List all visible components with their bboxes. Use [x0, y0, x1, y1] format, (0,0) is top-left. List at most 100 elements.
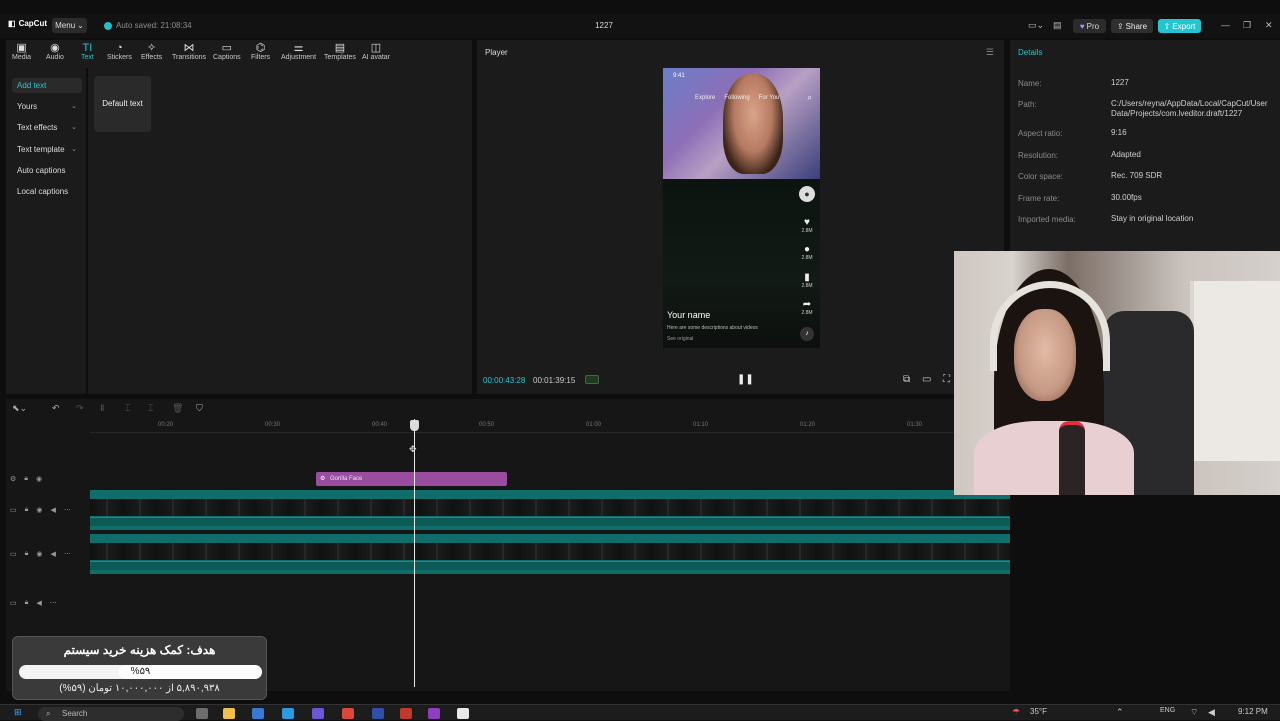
volume-icon[interactable]: ◀ — [1208, 707, 1215, 718]
donation-percent: %۵۹ — [130, 666, 151, 677]
drag-cursor-icon: ✥ — [409, 444, 417, 454]
playhead[interactable] — [414, 419, 415, 687]
sidebar-item-local-captions[interactable]: Local captions — [12, 184, 82, 199]
sidebar-item-add-text[interactable]: Add text — [12, 78, 82, 93]
video-clip-1[interactable] — [90, 490, 1010, 530]
hamburger-menu-icon[interactable]: ☰ — [986, 47, 994, 58]
select-tool-icon[interactable]: ⬉⌄ — [12, 403, 27, 414]
close-icon[interactable]: ✕ — [1265, 20, 1273, 31]
volume-icon[interactable]: ◀ — [50, 550, 55, 558]
lock-icon[interactable]: 🔒︎ — [25, 599, 29, 607]
quality-icon[interactable] — [585, 375, 599, 384]
taskbar-clock[interactable]: 9:12 PM — [1238, 707, 1268, 716]
phone-username: Your name — [667, 310, 711, 320]
video-clip-2[interactable] — [90, 534, 1010, 574]
sidebar-item-auto-captions[interactable]: Auto captions — [12, 163, 82, 178]
tab-captions[interactable]: ▭ Captions — [213, 42, 241, 61]
project-title: 1227 — [595, 21, 613, 30]
lock-icon[interactable]: 🔒︎ — [24, 475, 28, 483]
audio-waveform — [90, 517, 1010, 526]
share-button[interactable]: ⇪ Share — [1111, 19, 1153, 33]
sidebar-item-yours[interactable]: Yours ⌄ — [12, 99, 82, 114]
text-clip[interactable]: Gorilla Face — [316, 472, 507, 486]
menu-button[interactable]: Menu ⌄ — [52, 18, 87, 33]
volume-icon[interactable]: ◀ — [36, 599, 41, 607]
templates-icon: ▤ — [334, 42, 346, 54]
tab-text[interactable]: TI Text — [81, 42, 94, 61]
undo-icon[interactable]: ↶ — [52, 403, 60, 414]
detail-label-aspect: Aspect ratio: — [1018, 129, 1063, 138]
crop-icon[interactable]: ⧉ — [903, 374, 910, 385]
eye-icon[interactable]: ◉ — [36, 550, 42, 558]
tab-audio[interactable]: ◉ Audio — [46, 42, 64, 61]
donation-amount: ۵,۸۹۰,۹۳۸ از ۱۰,۰۰۰,۰۰۰ تومان (۵۹%) — [59, 683, 220, 694]
app-p-icon[interactable] — [428, 708, 440, 719]
task-view-icon[interactable] — [196, 708, 208, 719]
audio-waveform — [90, 561, 1010, 570]
network-icon[interactable]: ⌔ — [1190, 707, 1198, 718]
discord-icon[interactable] — [312, 708, 324, 719]
detail-label-colorspace: Color space: — [1018, 172, 1063, 181]
audio-icon: ◉ — [50, 42, 60, 54]
tab-ai-avatar[interactable]: ◫ AI avatar — [362, 42, 390, 61]
vs-icon[interactable] — [372, 708, 384, 719]
tray-chevron-icon[interactable]: ⌃ — [1116, 707, 1124, 718]
redo-icon[interactable]: ↷ — [76, 403, 84, 414]
pause-button[interactable]: ❚❚ — [737, 374, 754, 385]
export-button[interactable]: ⇧ Export — [1158, 19, 1201, 33]
chevron-down-icon: ⌄ — [71, 103, 77, 110]
tab-stickers[interactable]: ◔ Stickers — [107, 42, 132, 61]
obs-icon[interactable] — [400, 708, 412, 719]
avatar-icon: ● — [799, 186, 815, 202]
store-icon[interactable] — [282, 708, 294, 719]
track-type-icon: ▭ — [10, 507, 17, 514]
more-icon[interactable]: ⋯ — [50, 599, 57, 607]
delete-icon[interactable]: 🗑 — [172, 403, 183, 414]
minimize-icon[interactable]: — — [1221, 20, 1230, 30]
eye-icon[interactable]: ◉ — [36, 475, 42, 483]
file-explorer-icon[interactable] — [223, 708, 235, 719]
chrome-icon[interactable] — [342, 708, 354, 719]
detail-value-resolution: Adapted — [1111, 150, 1141, 159]
windows-start-icon[interactable]: ⊞ — [14, 707, 22, 718]
more-icon[interactable]: ⋯ — [64, 506, 71, 514]
webcam-mic-image — [1059, 421, 1085, 495]
volume-icon[interactable]: ◀ — [50, 506, 55, 514]
ratio-icon[interactable]: ▭ — [922, 374, 931, 385]
taskbar-search[interactable]: ⌕ Search — [38, 707, 184, 721]
sidebar-item-text-template[interactable]: Text template ⌄ — [12, 142, 82, 157]
tab-templates[interactable]: ▤ Templates — [324, 42, 356, 61]
tick-label: 01:10 — [693, 422, 709, 428]
shortcuts-icon[interactable]: ▤ — [1053, 20, 1062, 31]
tick-label: 00:20 — [158, 422, 174, 428]
tab-transitions[interactable]: ⋈ Transitions — [172, 42, 206, 61]
split-right-icon[interactable]: ⌶ — [148, 403, 153, 414]
sidebar-item-text-effects[interactable]: Text effects ⌄ — [12, 120, 82, 135]
lock-icon[interactable]: 🔒︎ — [25, 550, 29, 558]
tab-adjustment[interactable]: ⚌ Adjustment — [281, 42, 316, 61]
webcam-shelf-image — [1190, 281, 1280, 461]
autosave-status: Auto saved: 21:08:34 — [104, 21, 192, 30]
maximize-icon[interactable]: ❐ — [1243, 20, 1251, 31]
capcut-taskbar-icon[interactable] — [457, 708, 469, 719]
fullscreen-icon[interactable]: ⛶ — [943, 374, 950, 385]
tab-media[interactable]: ▣ Media — [12, 42, 31, 61]
eye-icon[interactable]: ◉ — [36, 506, 42, 514]
video-preview[interactable]: 9:41 Explore Following For You ⌕ ● ♥ 2.8M… — [663, 68, 820, 348]
default-text-tile[interactable]: Default text — [94, 76, 151, 132]
pro-button[interactable]: ♥ Pro — [1073, 19, 1106, 33]
shield-icon[interactable]: ⛉ — [196, 403, 203, 414]
lock-icon[interactable]: 🔒︎ — [25, 506, 29, 514]
timeline-ruler[interactable]: 00:20 00:30 00:40 00:50 01:00 01:10 01:2… — [90, 419, 1010, 433]
playhead-handle[interactable] — [410, 420, 419, 431]
split-left-icon[interactable]: ⌶ — [125, 403, 130, 414]
more-icon[interactable]: ⋯ — [64, 550, 71, 558]
split-icon[interactable]: Ⅱ — [100, 403, 104, 414]
tab-filters[interactable]: ⌬ Filters — [251, 42, 270, 61]
autosave-icon — [104, 21, 112, 30]
app-icon[interactable] — [252, 708, 264, 719]
layout-icon[interactable]: ▭⌄ — [1028, 20, 1044, 31]
tab-effects[interactable]: ✧ Effects — [141, 42, 162, 61]
language-indicator[interactable]: ENG — [1160, 707, 1175, 714]
detail-label-resolution: Resolution: — [1018, 151, 1059, 160]
